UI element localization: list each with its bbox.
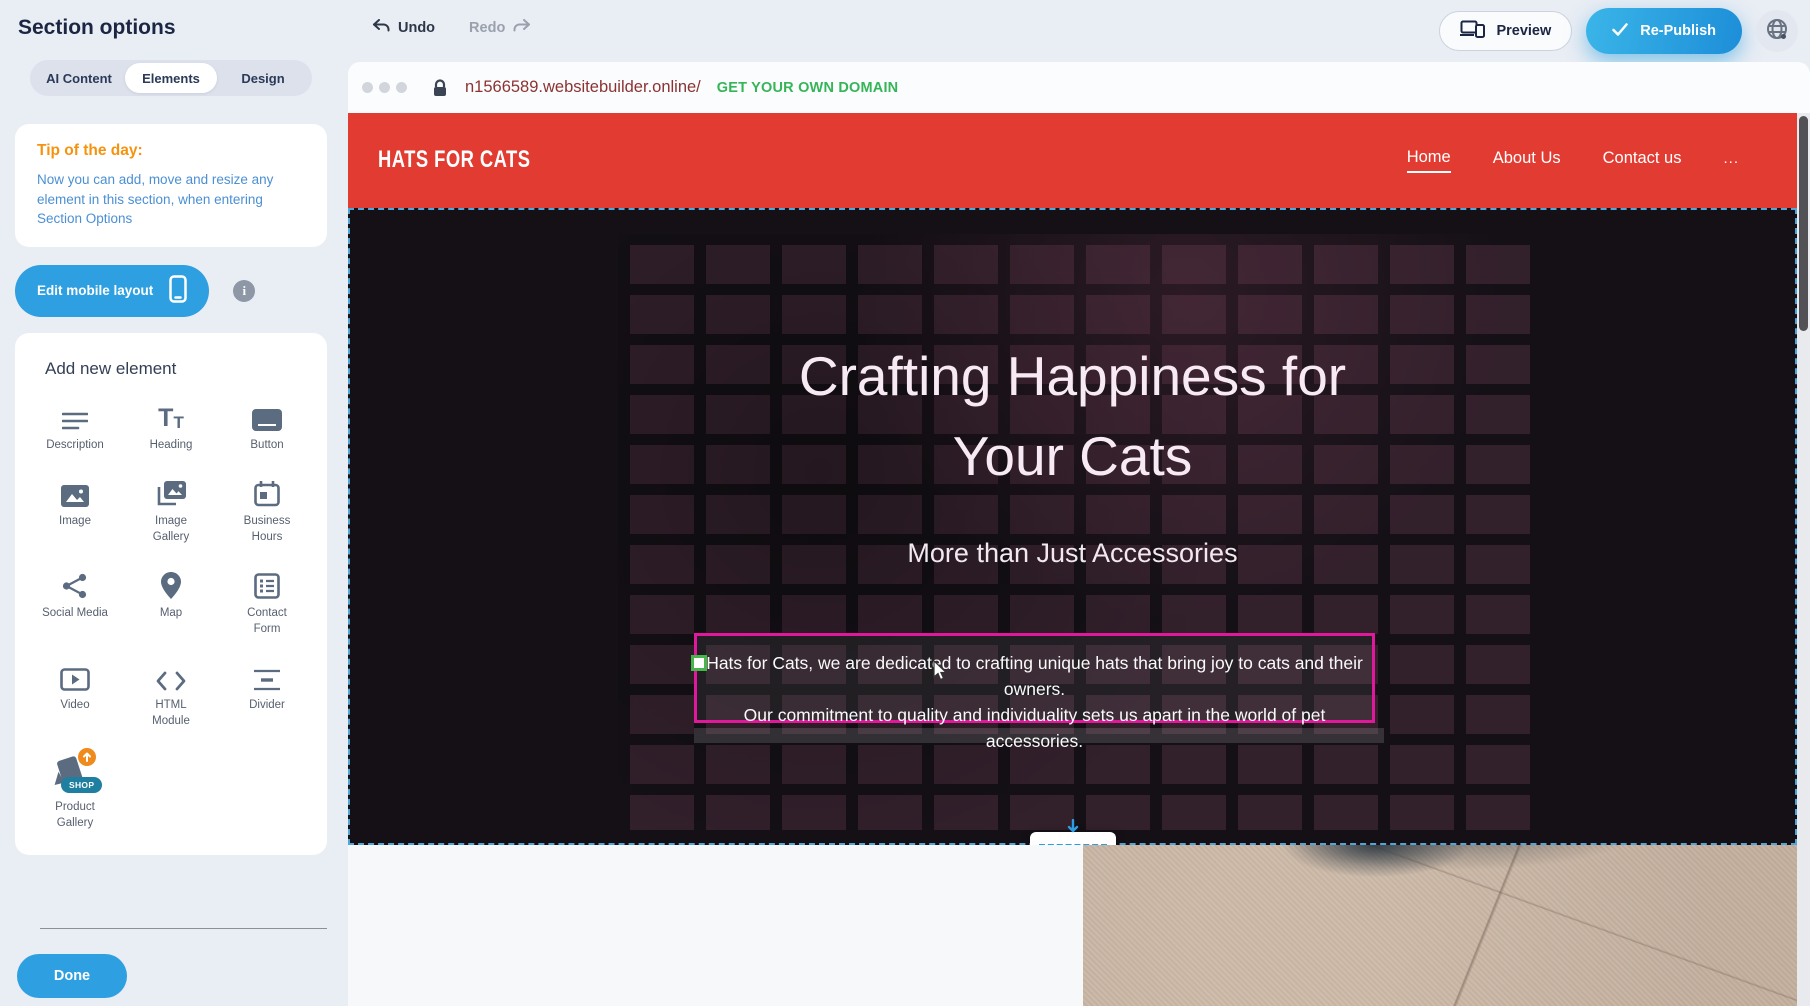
add-element-title: Add new element [45, 359, 315, 379]
upgrade-arrow-icon [78, 748, 96, 766]
element-map[interactable]: Map [123, 569, 219, 637]
video-icon [60, 661, 90, 691]
check-icon [1612, 23, 1628, 40]
element-button[interactable]: Button [219, 401, 315, 454]
element-grid: Description TT Heading Button Image Imag… [27, 401, 315, 832]
calendar-icon [254, 477, 280, 507]
code-icon [156, 661, 186, 691]
info-icon[interactable]: i [233, 280, 255, 302]
element-video[interactable]: Video [27, 661, 123, 729]
element-social-media[interactable]: Social Media [27, 569, 123, 637]
shop-badge: SHOP [61, 777, 102, 793]
share-icon [62, 569, 88, 599]
redo-label: Redo [469, 20, 505, 36]
element-shadow [694, 728, 1384, 743]
arrow-down-icon [1066, 819, 1080, 833]
language-globe-button[interactable] [1756, 10, 1798, 52]
nav-home[interactable]: Home [1407, 148, 1451, 173]
hero-heading[interactable]: Crafting Happiness for Your Cats [348, 336, 1797, 496]
heading-icon: TT [158, 401, 184, 431]
nav-contact-us[interactable]: Contact us [1603, 149, 1682, 172]
edit-mobile-label: Edit mobile layout [37, 283, 153, 298]
site-canvas: HATS FOR CATS Home About Us Contact us .… [348, 113, 1797, 1006]
hero-body-line1: Hats for Cats, we are dedicated to craft… [697, 650, 1372, 702]
element-description[interactable]: Description [27, 401, 123, 454]
add-element-card: Add new element Description TT Heading B… [15, 333, 327, 856]
preview-scrollbar [1797, 113, 1810, 1006]
tip-body: Now you can add, move and resize any ele… [37, 170, 305, 229]
map-pin-icon [161, 569, 181, 599]
site-url: n1566589.websitebuilder.online/ [465, 78, 701, 97]
redo-icon [513, 19, 531, 37]
button-icon [252, 401, 282, 431]
history-controls: Undo Redo [372, 19, 531, 37]
section-resize-handle[interactable] [1030, 832, 1116, 845]
undo-label: Undo [398, 20, 435, 36]
site-header: HATS FOR CATS Home About Us Contact us .… [348, 113, 1797, 208]
phone-icon [169, 275, 187, 306]
footer-divider [40, 928, 327, 929]
republish-label: Re-Publish [1640, 23, 1716, 39]
image-icon [61, 477, 89, 507]
topbar-actions: Preview Re-Publish [1439, 8, 1798, 54]
site-nav: Home About Us Contact us ... [1407, 148, 1739, 173]
tip-title: Tip of the day: [37, 142, 305, 160]
preview-button[interactable]: Preview [1439, 11, 1572, 51]
globe-icon [1765, 17, 1789, 46]
page-title: Section options [18, 16, 176, 40]
nav-more[interactable]: ... [1723, 150, 1739, 171]
browser-chrome: n1566589.websitebuilder.online/ GET YOUR… [348, 62, 1810, 113]
redo-button[interactable]: Redo [469, 19, 531, 37]
element-business-hours[interactable]: Business Hours [219, 477, 315, 545]
panel-tabs: AI Content Elements Design [30, 60, 312, 96]
lock-icon [433, 79, 447, 97]
description-icon [62, 401, 88, 431]
selected-text-element[interactable]: Hats for Cats, we are dedicated to craft… [694, 633, 1375, 723]
tab-elements[interactable]: Elements [125, 63, 217, 93]
image-gallery-icon [156, 477, 186, 507]
undo-icon [372, 19, 390, 37]
devices-icon [1460, 20, 1486, 42]
done-button[interactable]: Done [17, 954, 127, 998]
hero-subheading[interactable]: More than Just Accessories [348, 538, 1797, 569]
tab-design[interactable]: Design [217, 63, 309, 93]
element-heading[interactable]: TT Heading [123, 401, 219, 454]
undo-button[interactable]: Undo [372, 19, 435, 37]
window-dots-icon [362, 82, 407, 93]
get-domain-link[interactable]: GET YOUR OWN DOMAIN [717, 80, 899, 96]
tip-of-the-day-card: Tip of the day: Now you can add, move an… [15, 124, 327, 247]
preview-pane: n1566589.websitebuilder.online/ GET YOUR… [348, 62, 1810, 1006]
site-logo[interactable]: HATS FOR CATS [378, 146, 530, 174]
republish-button[interactable]: Re-Publish [1586, 8, 1742, 54]
element-contact-form[interactable]: Contact Form [219, 569, 315, 637]
element-html-module[interactable]: HTML Module [123, 661, 219, 729]
next-section[interactable] [348, 845, 1797, 1006]
element-product-gallery[interactable]: SHOP Product Gallery [27, 753, 123, 831]
element-image[interactable]: Image [27, 477, 123, 545]
product-gallery-icon: SHOP [51, 753, 99, 793]
preview-label: Preview [1496, 23, 1551, 39]
contact-form-icon [254, 569, 280, 599]
nav-about-us[interactable]: About Us [1493, 149, 1561, 172]
tab-ai-content[interactable]: AI Content [33, 63, 125, 93]
divider-icon [253, 661, 281, 691]
hero-section[interactable]: Crafting Happiness for Your Cats More th… [348, 208, 1797, 845]
element-image-gallery[interactable]: Image Gallery [123, 477, 219, 545]
element-drag-handle[interactable] [691, 655, 707, 671]
element-divider[interactable]: Divider [219, 661, 315, 729]
scrollbar-thumb[interactable] [1799, 116, 1808, 331]
section-options-panel: AI Content Elements Design Tip of the da… [0, 52, 340, 1006]
floor-photo [1083, 845, 1797, 1006]
edit-mobile-layout-button[interactable]: Edit mobile layout [15, 265, 209, 317]
